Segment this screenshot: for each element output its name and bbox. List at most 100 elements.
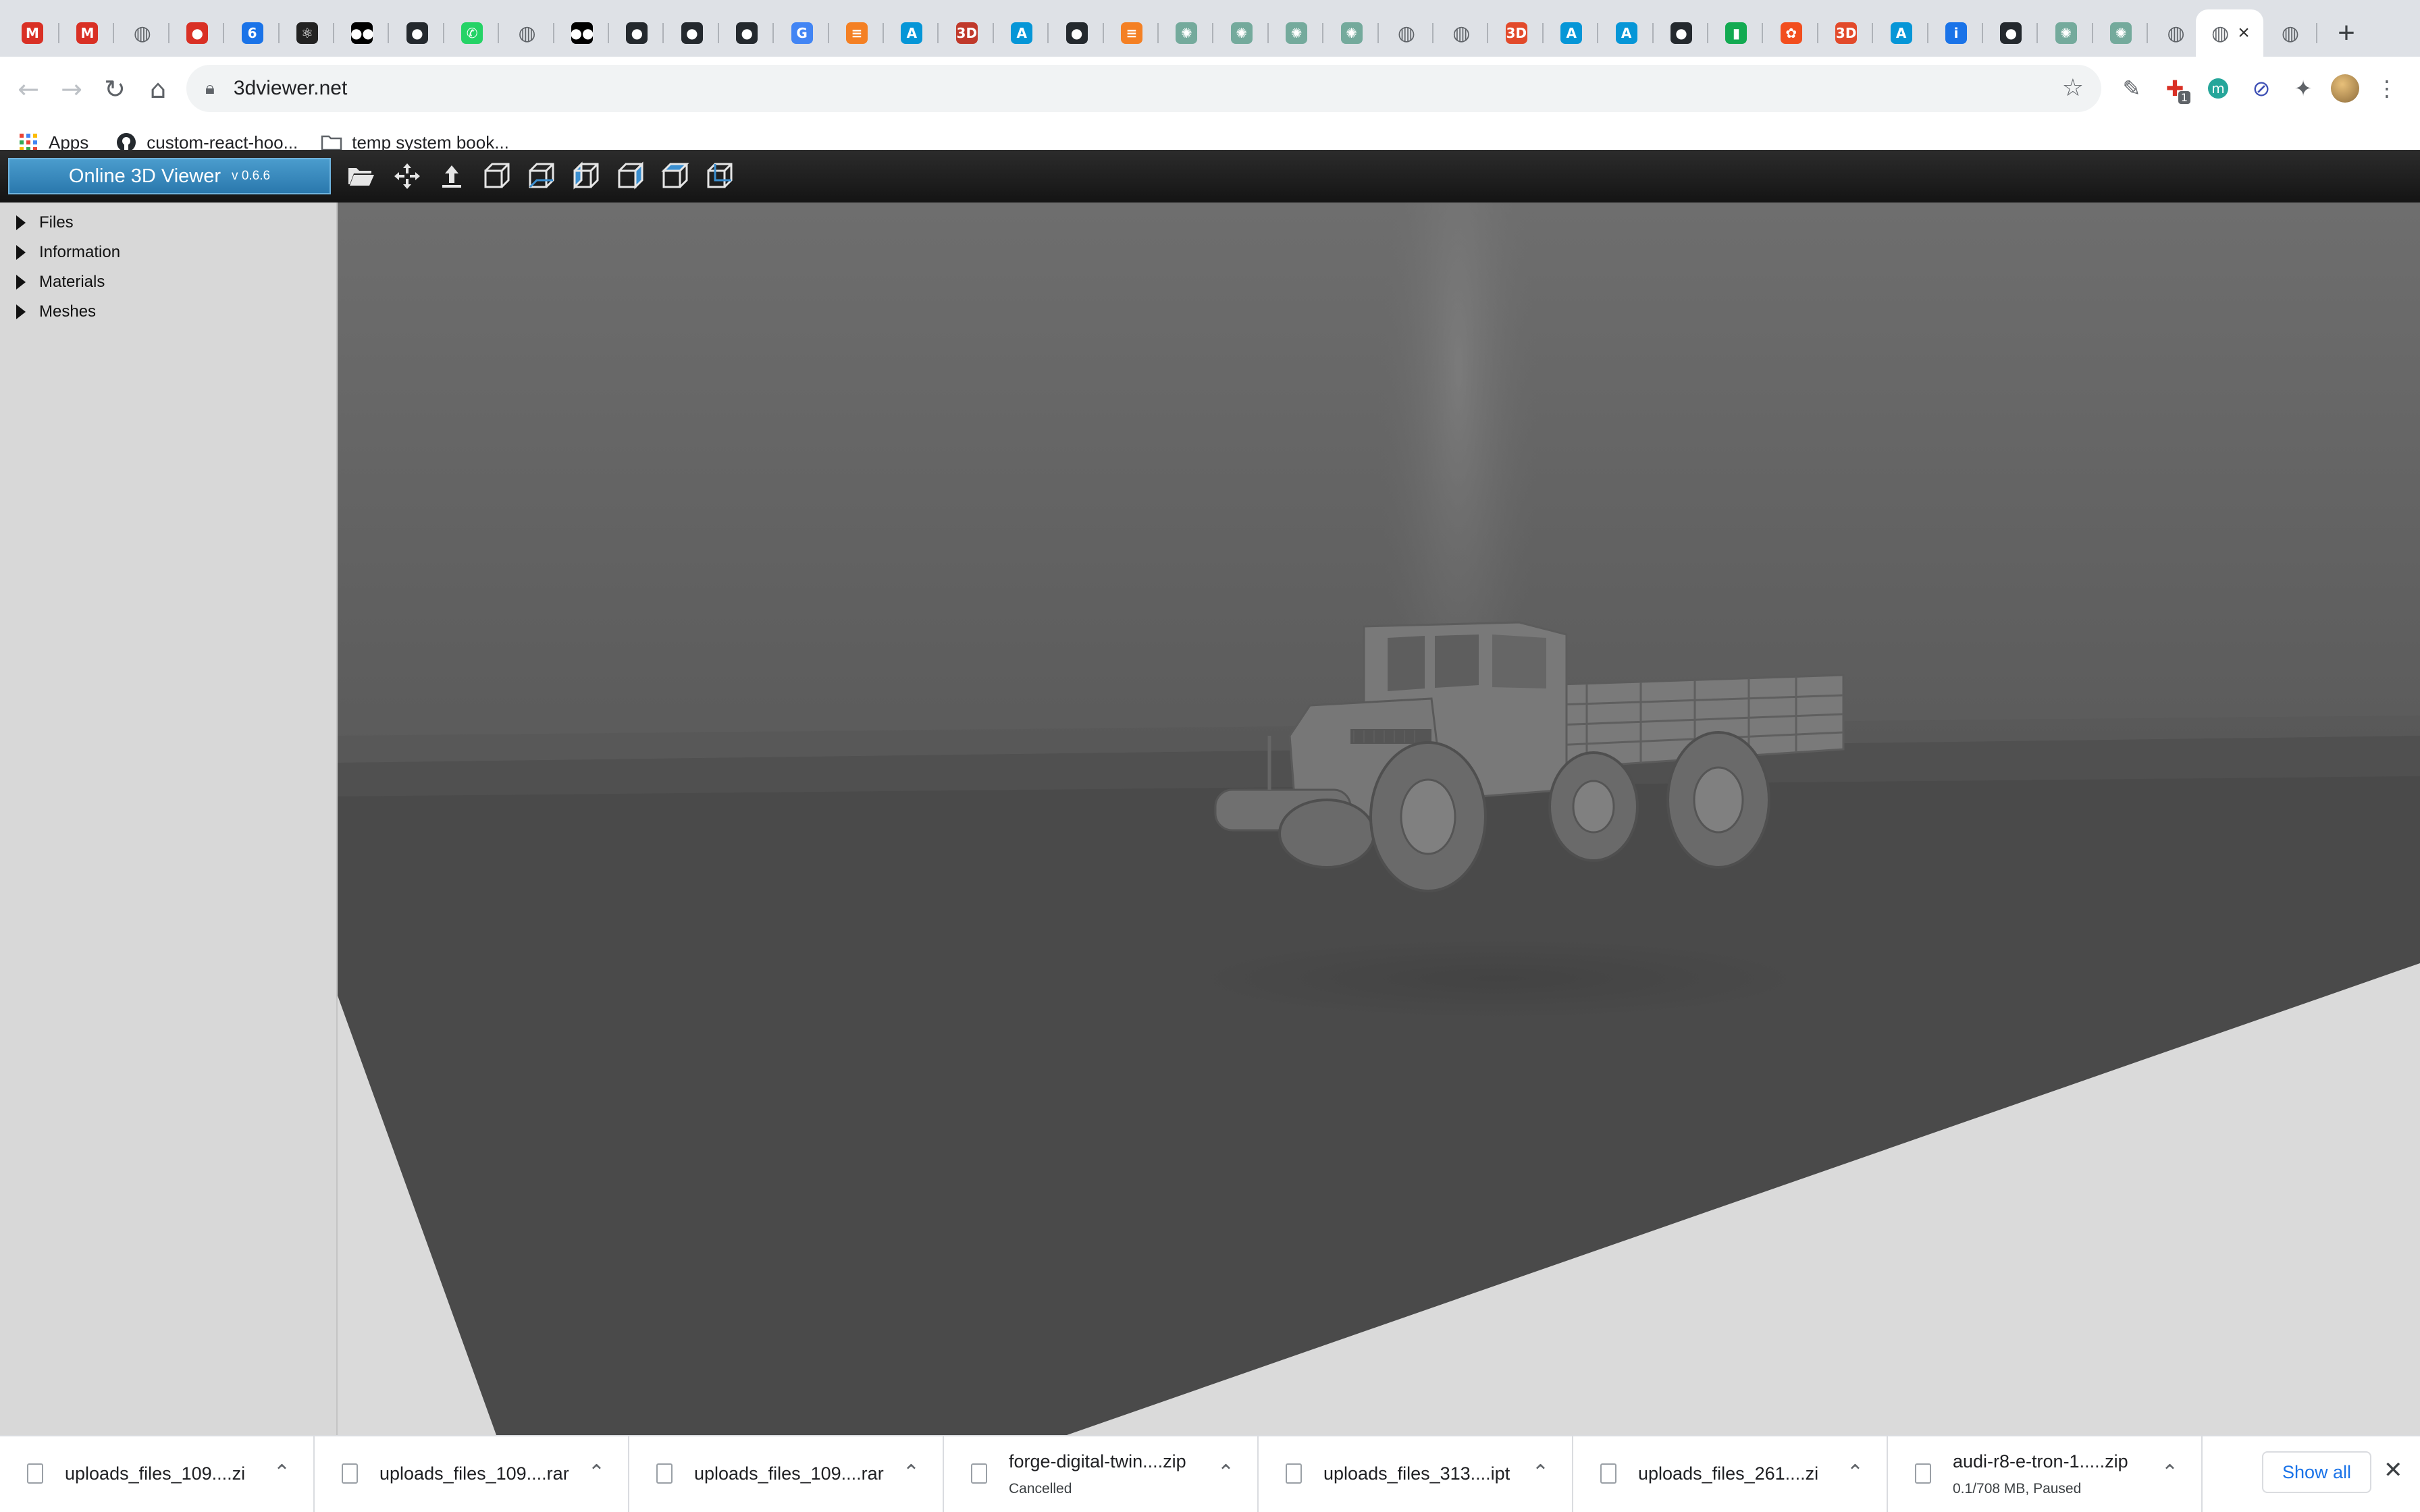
browser-tab[interactable]: ● <box>170 9 225 57</box>
profile-avatar[interactable] <box>2328 72 2362 105</box>
tree-item-meshes[interactable]: Meshes <box>0 297 336 327</box>
block-extension-icon[interactable]: ⊘ <box>2244 72 2278 105</box>
browser-tab[interactable]: ◍ <box>115 9 169 57</box>
browser-tab[interactable]: i <box>1929 9 1983 57</box>
chevron-up-icon[interactable]: ⌃ <box>1532 1461 1549 1484</box>
new-tab-button[interactable]: + <box>2323 9 2370 57</box>
download-item[interactable]: uploads_files_109....rar ⌃ <box>315 1436 629 1512</box>
tree-item-information[interactable]: Information <box>0 238 336 267</box>
download-item[interactable]: uploads_files_261....zi ⌃ <box>1573 1436 1888 1512</box>
browser-tab[interactable]: A <box>1600 9 1654 57</box>
browser-tab[interactable]: ≡ <box>1105 9 1159 57</box>
reload-button[interactable]: ↻ <box>95 69 135 109</box>
back-button[interactable]: ← <box>8 69 49 109</box>
expand-triangle-icon[interactable] <box>16 275 26 290</box>
browser-tab[interactable]: ◍ <box>1379 9 1433 57</box>
file-icon <box>971 1463 987 1484</box>
cube-view-left-icon[interactable] <box>569 159 602 193</box>
cube-view-front-icon[interactable] <box>479 159 513 193</box>
tab-separator <box>1597 23 1599 43</box>
show-all-button[interactable]: Show all <box>2262 1451 2371 1493</box>
tree-item-materials[interactable]: Materials <box>0 267 336 297</box>
browser-tab[interactable]: ✺ <box>2094 9 2149 57</box>
menu-kebab-icon[interactable]: ⋮ <box>2370 72 2404 105</box>
download-item[interactable]: uploads_files_313....ipt ⌃ <box>1259 1436 1573 1512</box>
browser-tab[interactable]: ✆ <box>445 9 500 57</box>
browser-tab[interactable]: ● <box>1654 9 1708 57</box>
browser-tab[interactable]: ● <box>1050 9 1104 57</box>
browser-tab[interactable]: ●● <box>555 9 609 57</box>
browser-tab[interactable]: ✺ <box>1159 9 1214 57</box>
browser-tab[interactable]: 3D <box>1490 9 1544 57</box>
browser-tab[interactable]: A <box>1544 9 1599 57</box>
chevron-up-icon[interactable]: ⌃ <box>2161 1461 2178 1484</box>
set-up-vector-icon[interactable] <box>435 159 469 193</box>
url-text[interactable]: 3dviewer.net <box>234 77 347 100</box>
browser-tab[interactable]: ✿ <box>1764 9 1818 57</box>
download-item[interactable]: forge-digital-twin....zip Cancelled ⌃ <box>944 1436 1259 1512</box>
chevron-up-icon[interactable]: ⌃ <box>1847 1461 1864 1484</box>
cube-view-top-icon[interactable] <box>658 159 691 193</box>
home-button[interactable]: ⌂ <box>138 69 178 109</box>
bookmark-star-icon[interactable]: ☆ <box>2062 74 2084 102</box>
cube-view-right-icon[interactable] <box>613 159 647 193</box>
browser-tab[interactable]: ● <box>1984 9 2038 57</box>
cube-view-back-icon[interactable] <box>524 159 558 193</box>
close-shelf-icon[interactable]: ✕ <box>2384 1457 2403 1484</box>
tree-item-files[interactable]: Files <box>0 208 336 238</box>
browser-tab[interactable]: G <box>775 9 829 57</box>
browser-tab[interactable]: A <box>1874 9 1928 57</box>
viewport-canvas[interactable] <box>338 202 2420 1435</box>
tab-strip: M M ◍ ● 6 ⚛ ●● ● ✆ ◍ ●● ● ● ● G ≡ A 3D A ● ≡ ✺ ✺ ✺ ✺ ◍ ◍ 3D A A ● ▮ ✿ 3D A… <box>0 0 2420 57</box>
browser-tab[interactable]: ● <box>390 9 444 57</box>
extension-m-icon[interactable]: m <box>2201 72 2235 105</box>
browser-tab[interactable]: ✺ <box>2039 9 2093 57</box>
active-tab[interactable]: ◍ × <box>2196 9 2263 57</box>
chevron-up-icon[interactable]: ⌃ <box>273 1461 290 1484</box>
browser-tab[interactable]: 3D <box>1819 9 1874 57</box>
browser-tab[interactable]: ◍ <box>500 9 554 57</box>
tab-separator <box>883 23 884 43</box>
eyedropper-extension-icon[interactable]: ✎ <box>2115 72 2149 105</box>
browser-tab[interactable]: ✺ <box>1325 9 1379 57</box>
browser-tab[interactable]: ◍ <box>2263 9 2317 57</box>
address-bar[interactable]: 🔒︎ 3dviewer.net ☆ <box>186 65 2101 112</box>
browser-tab[interactable]: 3D <box>940 9 994 57</box>
extension-shield-icon[interactable]: ✚ 1 <box>2158 72 2192 105</box>
close-tab-icon[interactable]: × <box>2238 22 2250 45</box>
chevron-up-icon[interactable]: ⌃ <box>588 1461 605 1484</box>
file-icon <box>1286 1463 1302 1484</box>
browser-tab[interactable]: ▮ <box>1709 9 1764 57</box>
download-item[interactable]: uploads_files_109....zi ⌃ <box>0 1436 315 1512</box>
browser-tab[interactable]: 6 <box>226 9 280 57</box>
browser-tab[interactable]: ⚛ <box>280 9 334 57</box>
extensions-puzzle-icon[interactable]: ✦ <box>2286 72 2320 105</box>
browser-tab[interactable]: ◍ <box>1434 9 1489 57</box>
chevron-up-icon[interactable]: ⌃ <box>903 1461 920 1484</box>
browser-tab[interactable]: ● <box>610 9 664 57</box>
3d-viewport[interactable] <box>338 202 2420 1435</box>
browser-tab[interactable]: ✺ <box>1269 9 1324 57</box>
browser-tab[interactable]: ◍ <box>2149 9 2203 57</box>
chevron-up-icon[interactable]: ⌃ <box>1217 1461 1234 1484</box>
fit-to-window-icon[interactable] <box>390 159 424 193</box>
open-folder-icon[interactable] <box>344 159 378 193</box>
expand-triangle-icon[interactable] <box>16 215 26 230</box>
download-item[interactable]: uploads_files_109....rar ⌃ <box>629 1436 944 1512</box>
browser-tab[interactable]: A <box>885 9 939 57</box>
browser-tab[interactable]: ●● <box>335 9 390 57</box>
browser-tab[interactable]: M <box>5 9 59 57</box>
browser-tab[interactable]: ✺ <box>1215 9 1269 57</box>
browser-tab[interactable]: ● <box>665 9 719 57</box>
lock-icon[interactable]: 🔒︎ <box>205 78 215 99</box>
forward-button[interactable]: → <box>51 69 92 109</box>
download-item[interactable]: audi-r8-e-tron-1.....zip 0.1/708 MB, Paus… <box>1888 1436 2203 1512</box>
cube-view-bottom-icon[interactable] <box>702 159 736 193</box>
expand-triangle-icon[interactable] <box>16 304 26 319</box>
browser-tab[interactable]: A <box>995 9 1049 57</box>
expand-triangle-icon[interactable] <box>16 245 26 260</box>
browser-tab[interactable]: ≡ <box>830 9 884 57</box>
browser-tab[interactable]: ● <box>720 9 774 57</box>
browser-tab[interactable]: M <box>60 9 115 57</box>
tab-separator <box>608 23 609 43</box>
